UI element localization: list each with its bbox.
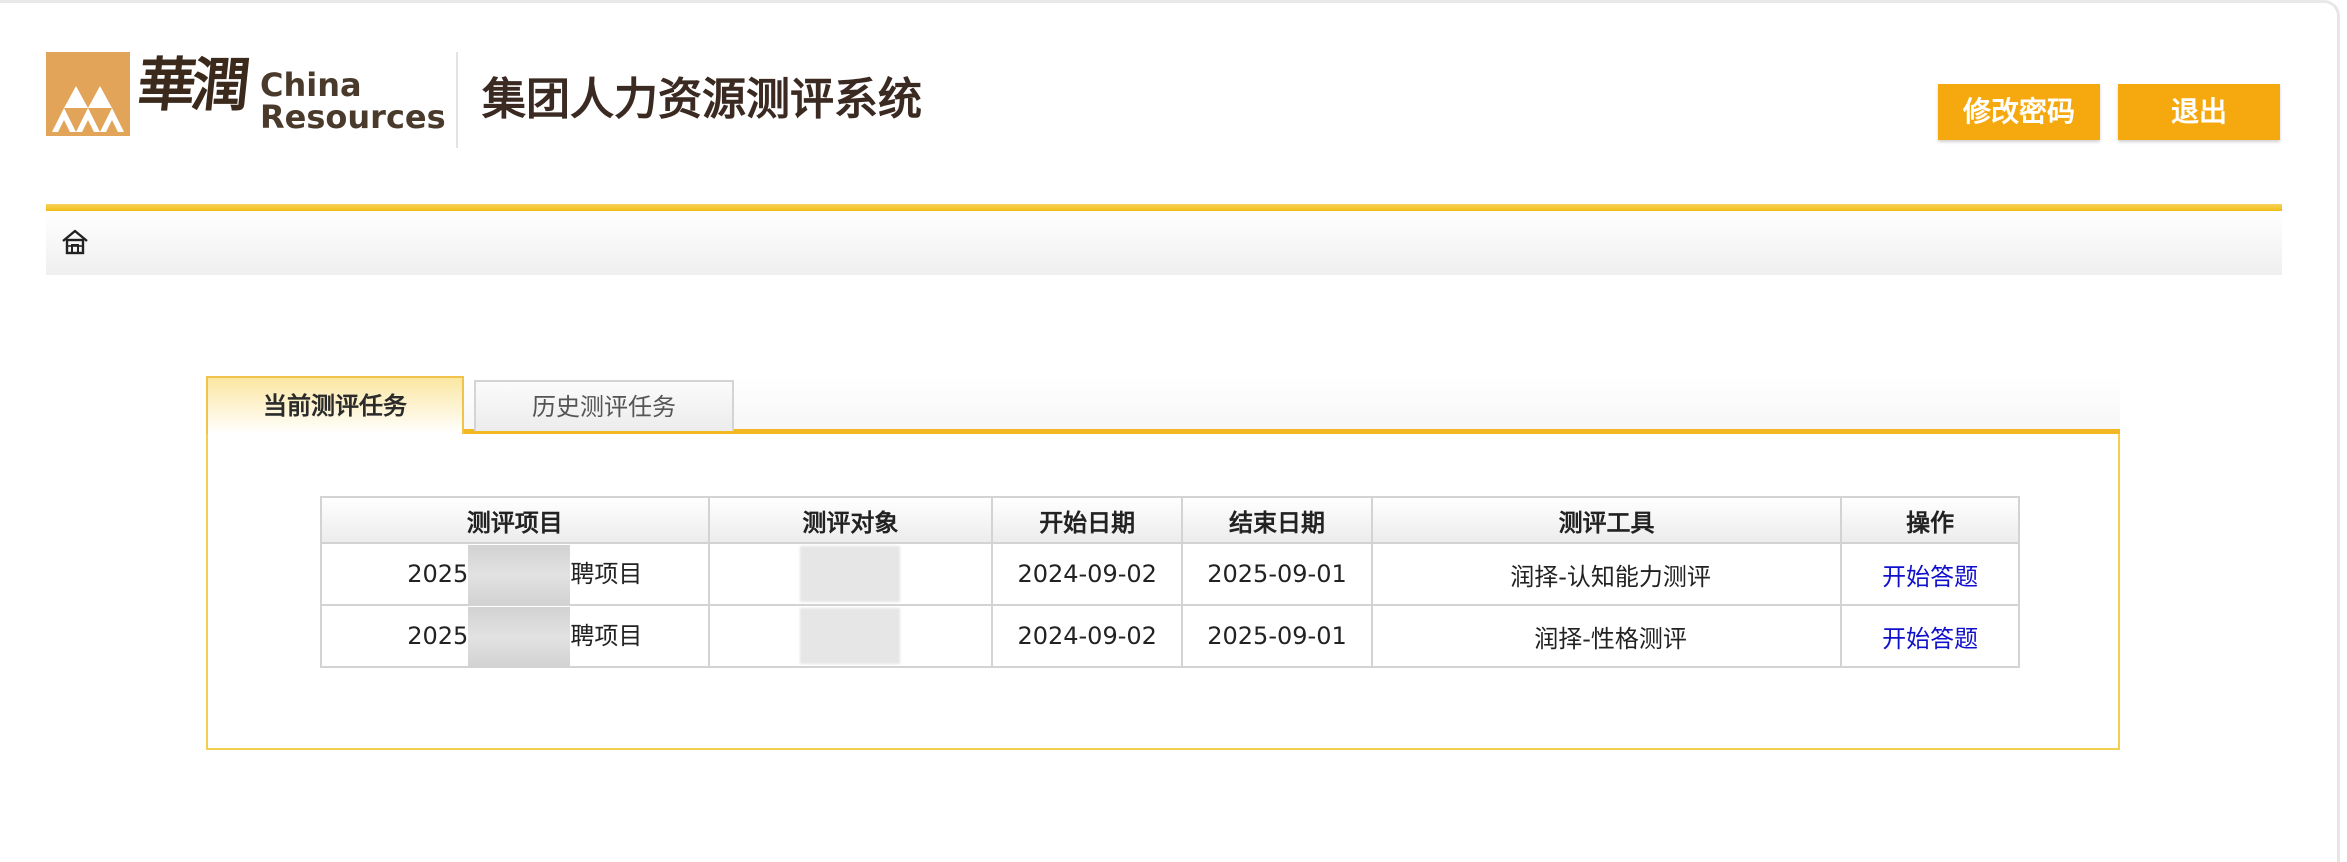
column-header-tool: 测评工具 [1370,496,1843,544]
logo-divider [456,52,458,148]
tool-cell: 润择-性格测评 [1370,604,1843,668]
redacted-block [468,544,571,605]
tab-history-tasks[interactable]: 历史测评任务 [474,380,734,431]
start-date-cell: 2024-09-02 [991,542,1184,606]
home-icon[interactable] [60,227,90,257]
header-accent-line [46,204,2282,211]
redacted-block [468,606,571,667]
tab-current-tasks[interactable]: 当前测评任务 [206,376,464,434]
task-tabs: 当前测评任务 历史测评任务 [206,376,2120,434]
action-cell: 开始答题 [1840,542,2020,606]
start-answer-link[interactable]: 开始答题 [1882,625,1978,653]
action-cell: 开始答题 [1840,604,2020,668]
logo-english-text: China Resources [260,69,446,133]
column-header-action: 操作 [1840,496,2020,544]
logo-english-line2: Resources [260,98,446,136]
redacted-target [800,546,901,602]
china-resources-logo-icon [46,52,130,136]
task-table: 测评项目 测评对象 开始日期 结束日期 测评工具 操作 2025 聘项目 2024… [320,496,2020,668]
project-cell: 2025 聘项目 [320,542,710,606]
column-header-project: 测评项目 [320,496,710,544]
table-row: 2025 聘项目 2024-09-02 2025-09-01 润择-性格测评 开始… [320,604,2020,668]
project-suffix: 聘项目 [570,559,643,588]
end-date-cell: 2025-09-01 [1181,542,1373,606]
redacted-target [800,608,901,664]
breadcrumb [46,211,2282,275]
start-answer-link[interactable]: 开始答题 [1882,563,1978,591]
system-title: 集团人力资源测评系统 [482,74,922,125]
table-header-row: 测评项目 测评对象 开始日期 结束日期 测评工具 操作 [320,496,2020,544]
header: 華潤 China Resources 集团人力资源测评系统 修改密码 退出 [46,51,2282,202]
table-row: 2025 聘项目 2024-09-02 2025-09-01 润择-认知能力测评 … [320,542,2020,606]
column-header-target: 测评对象 [707,496,994,544]
task-panel: 测评项目 测评对象 开始日期 结束日期 测评工具 操作 2025 聘项目 2024… [206,434,2120,750]
target-cell [707,604,994,668]
project-cell: 2025 聘项目 [320,604,710,668]
change-password-button[interactable]: 修改密码 [1938,84,2100,140]
start-date-cell: 2024-09-02 [991,604,1184,668]
target-cell [707,542,994,606]
column-header-start-date: 开始日期 [991,496,1184,544]
logo-english-line1: China [260,66,362,104]
end-date-cell: 2025-09-01 [1181,604,1373,668]
project-suffix: 聘项目 [570,621,643,650]
column-header-end-date: 结束日期 [1181,496,1373,544]
project-prefix: 2025 [407,621,469,650]
logo-chinese-text: 華潤 [134,51,250,119]
tool-cell: 润择-认知能力测评 [1370,542,1843,606]
logout-button[interactable]: 退出 [2118,84,2280,140]
project-prefix: 2025 [407,559,469,588]
